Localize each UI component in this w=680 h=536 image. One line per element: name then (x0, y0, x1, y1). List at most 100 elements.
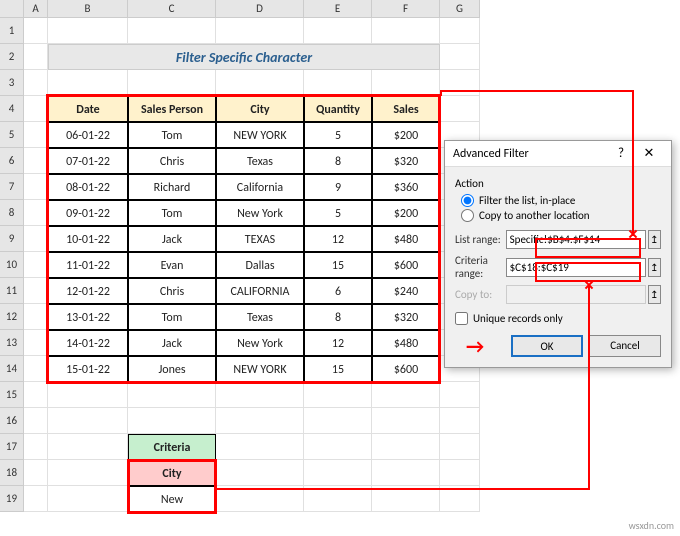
cell[interactable]: $320 (372, 148, 440, 174)
row-4[interactable]: 4 (0, 96, 24, 122)
cell[interactable]: Jack (128, 330, 216, 356)
cell[interactable]: 6 (304, 278, 372, 304)
copy-to-picker-button[interactable]: ↥ (648, 285, 661, 304)
cell[interactable]: 11-01-22 (48, 252, 128, 278)
radio-filter-inplace-input[interactable] (461, 194, 474, 207)
cell[interactable]: 8 (304, 304, 372, 330)
row-10[interactable]: 10 (0, 252, 24, 278)
cell[interactable]: CALIFORNIA (216, 278, 304, 304)
cell[interactable]: NEW YORK (216, 356, 304, 382)
col-F[interactable]: F (372, 0, 440, 18)
criteria-value[interactable]: New (128, 486, 216, 512)
cell[interactable]: 14-01-22 (48, 330, 128, 356)
cancel-button[interactable]: Cancel (589, 335, 661, 357)
cell[interactable]: $480 (372, 226, 440, 252)
cell[interactable]: Tom (128, 200, 216, 226)
row-11[interactable]: 11 (0, 278, 24, 304)
cell[interactable]: 06-01-22 (48, 122, 128, 148)
list-range-input[interactable] (506, 230, 646, 249)
cell[interactable]: 09-01-22 (48, 200, 128, 226)
cell[interactable]: 08-01-22 (48, 174, 128, 200)
th-city[interactable]: City (216, 96, 304, 122)
th-salesperson[interactable]: Sales Person (128, 96, 216, 122)
cell[interactable]: New York (216, 200, 304, 226)
cell[interactable]: Richard (128, 174, 216, 200)
cell[interactable]: 12 (304, 330, 372, 356)
cell[interactable]: 5 (304, 200, 372, 226)
th-sales[interactable]: Sales (372, 96, 440, 122)
cell[interactable]: Tom (128, 304, 216, 330)
cell[interactable]: 8 (304, 148, 372, 174)
row-7[interactable]: 7 (0, 174, 24, 200)
cell[interactable]: NEW YORK (216, 122, 304, 148)
row-16[interactable]: 16 (0, 408, 24, 434)
cell[interactable]: Chris (128, 148, 216, 174)
cell[interactable]: 5 (304, 122, 372, 148)
list-range-picker-button[interactable]: ↥ (648, 230, 661, 249)
close-button[interactable]: ✕ (635, 143, 663, 165)
row-8[interactable]: 8 (0, 200, 24, 226)
cell[interactable]: $360 (372, 174, 440, 200)
cell[interactable]: 15 (304, 252, 372, 278)
col-G[interactable]: G (440, 0, 480, 18)
cell[interactable]: 12 (304, 226, 372, 252)
cell[interactable]: 13-01-22 (48, 304, 128, 330)
cell[interactable]: Texas (216, 148, 304, 174)
cell[interactable]: $320 (372, 304, 440, 330)
row-18[interactable]: 18 (0, 460, 24, 486)
cell[interactable]: 10-01-22 (48, 226, 128, 252)
cell[interactable]: $480 (372, 330, 440, 356)
unique-records-input[interactable] (455, 312, 468, 325)
cell[interactable]: Dallas (216, 252, 304, 278)
criteria-header[interactable]: City (128, 460, 216, 486)
row-15[interactable]: 15 (0, 382, 24, 408)
cell[interactable]: $600 (372, 356, 440, 382)
cell[interactable]: Chris (128, 278, 216, 304)
row-14[interactable]: 14 (0, 356, 24, 382)
cell[interactable]: TEXAS (216, 226, 304, 252)
th-quantity[interactable]: Quantity (304, 96, 372, 122)
th-date[interactable]: Date (48, 96, 128, 122)
radio-filter-inplace[interactable]: Filter the list, in-place (461, 194, 661, 207)
row-9[interactable]: 9 (0, 226, 24, 252)
cell[interactable]: $240 (372, 278, 440, 304)
cell[interactable]: 07-01-22 (48, 148, 128, 174)
ok-button[interactable]: OK (511, 335, 583, 357)
col-C[interactable]: C (128, 0, 216, 18)
cell[interactable]: Tom (128, 122, 216, 148)
cell[interactable]: $200 (372, 122, 440, 148)
radio-copy-location[interactable]: Copy to another location (461, 209, 661, 222)
row-3[interactable]: 3 (0, 70, 24, 96)
criteria-range-input[interactable] (506, 258, 646, 277)
row-13[interactable]: 13 (0, 330, 24, 356)
help-button[interactable]: ? (607, 143, 635, 165)
col-D[interactable]: D (216, 0, 304, 18)
cell[interactable]: 15-01-22 (48, 356, 128, 382)
select-all-corner[interactable] (0, 0, 24, 18)
col-A[interactable]: A (24, 0, 48, 18)
row-1[interactable]: 1 (0, 18, 24, 44)
col-E[interactable]: E (304, 0, 372, 18)
col-B[interactable]: B (48, 0, 128, 18)
row-6[interactable]: 6 (0, 148, 24, 174)
cell[interactable]: Evan (128, 252, 216, 278)
cell[interactable]: 9 (304, 174, 372, 200)
row-17[interactable]: 17 (0, 434, 24, 460)
cell[interactable]: $600 (372, 252, 440, 278)
row-12[interactable]: 12 (0, 304, 24, 330)
row-5[interactable]: 5 (0, 122, 24, 148)
cell[interactable]: 15 (304, 356, 372, 382)
cell[interactable]: Texas (216, 304, 304, 330)
cell[interactable]: 12-01-22 (48, 278, 128, 304)
radio-copy-location-input[interactable] (461, 209, 474, 222)
cell[interactable]: New York (216, 330, 304, 356)
cell[interactable]: California (216, 174, 304, 200)
criteria-title[interactable]: Criteria (128, 434, 216, 460)
unique-records-checkbox[interactable]: Unique records only (455, 312, 661, 325)
criteria-range-picker-button[interactable]: ↥ (648, 258, 661, 277)
cell[interactable]: Jones (128, 356, 216, 382)
row-19[interactable]: 19 (0, 486, 24, 512)
row-2[interactable]: 2 (0, 44, 24, 70)
cell[interactable]: Jack (128, 226, 216, 252)
cell[interactable]: $200 (372, 200, 440, 226)
